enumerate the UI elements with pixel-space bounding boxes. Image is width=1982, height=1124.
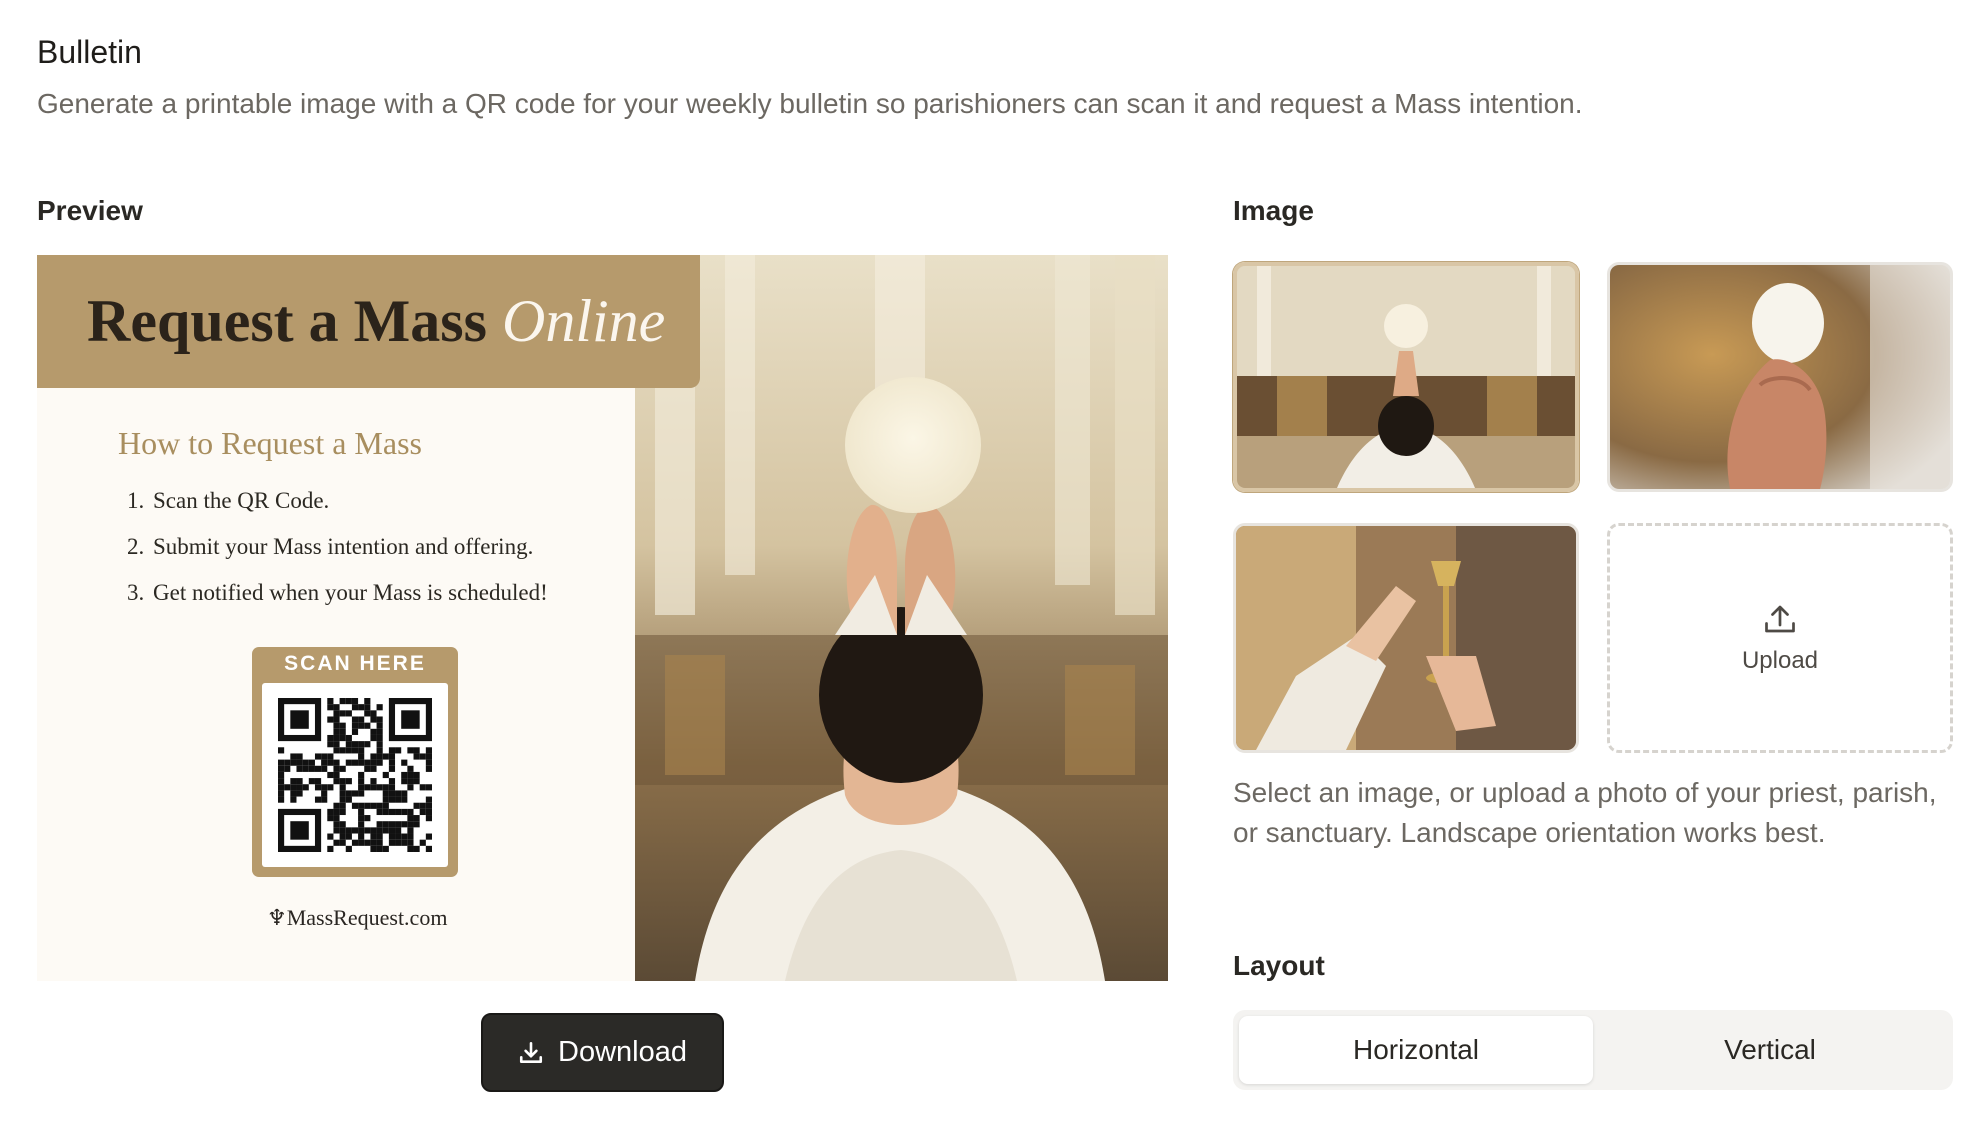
- image-label: Image: [1233, 195, 1314, 226]
- thumbnail-image: [1610, 265, 1950, 489]
- upload-icon: [1765, 605, 1795, 633]
- scan-here-label: SCAN HERE: [284, 652, 426, 675]
- step-item: 2. Submit your Mass intention and offerin…: [127, 534, 534, 559]
- upload-button[interactable]: Upload: [1607, 523, 1953, 753]
- thumbnail-hands-host[interactable]: [1607, 262, 1953, 492]
- layout-option-horizontal[interactable]: Horizontal: [1239, 1016, 1593, 1084]
- page-description: Generate a printable image with a QR cod…: [37, 88, 1583, 119]
- thumbnail-image: [1237, 266, 1575, 488]
- preview-photo: [635, 255, 1168, 981]
- preview-label: Preview: [37, 195, 143, 226]
- bulletin-preview: Request a Mass Online How to Request a M…: [37, 255, 1168, 981]
- steps-list: 1. Scan the QR Code. 2. Submit your Mass i…: [127, 488, 548, 626]
- image-help-text: Select an image, or upload a photo of yo…: [1233, 777, 1937, 848]
- thumbnail-image: [1236, 526, 1576, 750]
- page-title: Bulletin: [37, 34, 142, 70]
- howto-heading: How to Request a Mass: [118, 425, 422, 461]
- download-button[interactable]: Download: [481, 1013, 724, 1092]
- priest-elevating-host-photo: [635, 255, 1168, 981]
- upload-label: Upload: [1741, 647, 1819, 674]
- chalice-icon: ♆: [267, 905, 287, 930]
- brand-logo: ♆MassRequest.com: [267, 905, 448, 930]
- thumbnail-priest-chalice[interactable]: [1233, 523, 1579, 753]
- thumbnail-priest-host-altar[interactable]: [1233, 262, 1579, 492]
- layout-label: Layout: [1233, 950, 1325, 981]
- step-item: 3. Get notified when your Mass is schedul…: [127, 580, 548, 605]
- layout-option-vertical[interactable]: Vertical: [1593, 1016, 1947, 1084]
- layout-toggle: Horizontal Vertical: [1233, 1010, 1953, 1090]
- download-label: Download: [558, 1036, 687, 1068]
- qr-code-icon: [278, 698, 432, 852]
- step-item: 1. Scan the QR Code.: [127, 488, 330, 513]
- qr-frame: SCAN HERE: [252, 647, 458, 877]
- qr-container: [262, 683, 448, 867]
- banner-title: Request a Mass Online: [87, 288, 666, 354]
- title-banner: Request a Mass Online: [37, 255, 700, 388]
- download-icon: [519, 1041, 543, 1063]
